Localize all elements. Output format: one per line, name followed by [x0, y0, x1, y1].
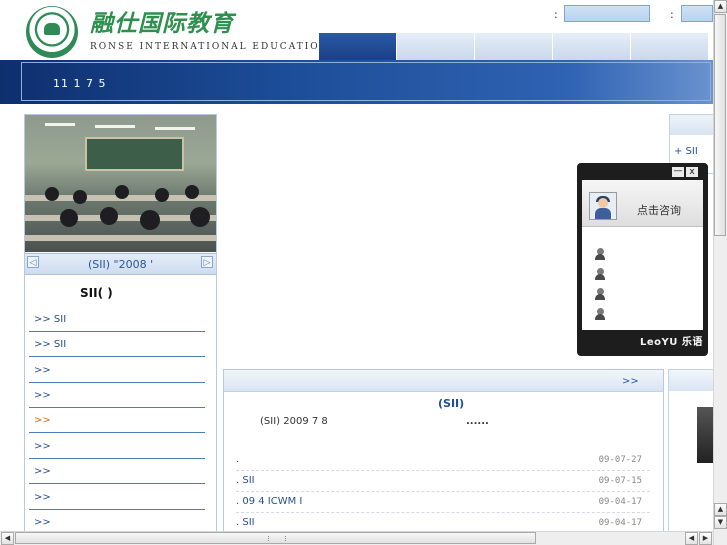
news-row-date: 09-07-27 — [598, 455, 642, 465]
right-panel-lower-header — [669, 370, 714, 391]
horizontal-scroll-thumb[interactable] — [15, 532, 536, 544]
chat-brand-logo: LeoYU 乐语 — [640, 333, 703, 348]
slideshow-next-button[interactable]: ▷ — [201, 256, 213, 268]
nav-tab-3[interactable] — [474, 33, 552, 60]
slideshow-photo[interactable] — [25, 115, 216, 252]
password-input[interactable] — [681, 5, 713, 22]
news-row-date: 09-07-15 — [598, 476, 642, 486]
right-thumbnail[interactable] — [697, 407, 713, 463]
scroll-up-button[interactable]: ▲ — [714, 0, 727, 13]
right-panel-header — [670, 115, 714, 135]
username-input[interactable] — [564, 5, 650, 22]
scroll-left-button-right[interactable]: ◀ — [685, 532, 698, 545]
agent-avatar-icon — [589, 192, 617, 220]
left-menu-item[interactable]: >> — [29, 434, 205, 459]
right-panel-link[interactable]: + SII — [674, 146, 698, 157]
brand-name-english: RONSE INTERNATIONAL EDUCATION — [90, 42, 330, 52]
nav-tab-5[interactable] — [630, 33, 708, 60]
left-menu-item[interactable]: >> — [29, 358, 205, 383]
scroll-down-button[interactable]: ▼ — [714, 516, 727, 529]
brand-name-chinese: 融仕国际教育 — [90, 10, 234, 37]
news-row-title[interactable]: . SII — [236, 475, 255, 486]
chat-brand-name: LeoYU — [640, 337, 678, 348]
agent-icon[interactable] — [594, 288, 606, 300]
left-menu-item[interactable]: >> — [29, 383, 205, 408]
slideshow-caption[interactable]: (SII) "2008 ' — [88, 258, 153, 271]
scroll-right-button[interactable]: ▶ — [699, 532, 712, 545]
news-summary: (SII) 2009 7 8 ...... — [260, 416, 660, 427]
news-row-title[interactable]: . — [236, 454, 239, 465]
login-label-2: : — [670, 8, 674, 21]
chat-consult-label[interactable]: 点击咨询 — [637, 202, 681, 218]
nav-tab-2[interactable] — [396, 33, 474, 60]
left-menu-item[interactable]: >> SII — [29, 307, 205, 332]
slideshow-prev-button[interactable]: ◁ — [27, 256, 39, 268]
left-menu-item[interactable]: >> — [29, 459, 205, 484]
news-panel-header — [224, 370, 663, 392]
main-nav — [318, 33, 710, 60]
login-label-1: : — [554, 8, 558, 21]
nav-tab-1[interactable] — [318, 33, 396, 60]
left-menu-item[interactable]: >> — [29, 485, 205, 510]
left-menu-item-hot[interactable]: >> — [29, 408, 205, 433]
news-headline[interactable]: (SII) — [438, 397, 464, 410]
scroll-up-button-lower[interactable]: ▲ — [714, 503, 727, 516]
nav-tab-4[interactable] — [552, 33, 630, 60]
agent-icon[interactable] — [594, 268, 606, 280]
news-row-title[interactable]: . 09 4 ICWM I — [236, 496, 302, 507]
banner-frame — [21, 62, 711, 101]
news-more-link[interactable]: >> — [622, 376, 639, 387]
agent-icon[interactable] — [594, 308, 606, 320]
vertical-scroll-thumb[interactable] — [714, 14, 726, 236]
chat-close-button[interactable]: x — [686, 167, 698, 177]
news-summary-ellipsis[interactable]: ...... — [466, 416, 489, 427]
left-menu-heading: SII( ) — [80, 286, 113, 300]
chat-minimize-button[interactable]: — — [672, 167, 684, 177]
chat-brand-name-cn: 乐语 — [681, 337, 703, 348]
agent-icon[interactable] — [594, 248, 606, 260]
news-row-date: 09-04-17 — [598, 518, 642, 528]
scroll-left-button[interactable]: ◀ — [1, 532, 14, 545]
banner-text: 11 1 7 5 — [53, 77, 107, 90]
news-row[interactable]: . 09-07-27 — [236, 451, 650, 471]
news-row[interactable]: . 09 4 ICWM I 09-04-17 — [236, 493, 650, 513]
logo-emblem — [26, 6, 78, 58]
news-row[interactable]: . SII 09-07-15 — [236, 472, 650, 492]
news-row-date: 09-04-17 — [598, 497, 642, 507]
left-menu-item[interactable]: >> SII — [29, 332, 205, 357]
news-summary-text: (SII) 2009 7 8 — [260, 416, 328, 427]
news-row-title[interactable]: . SII — [236, 517, 255, 528]
